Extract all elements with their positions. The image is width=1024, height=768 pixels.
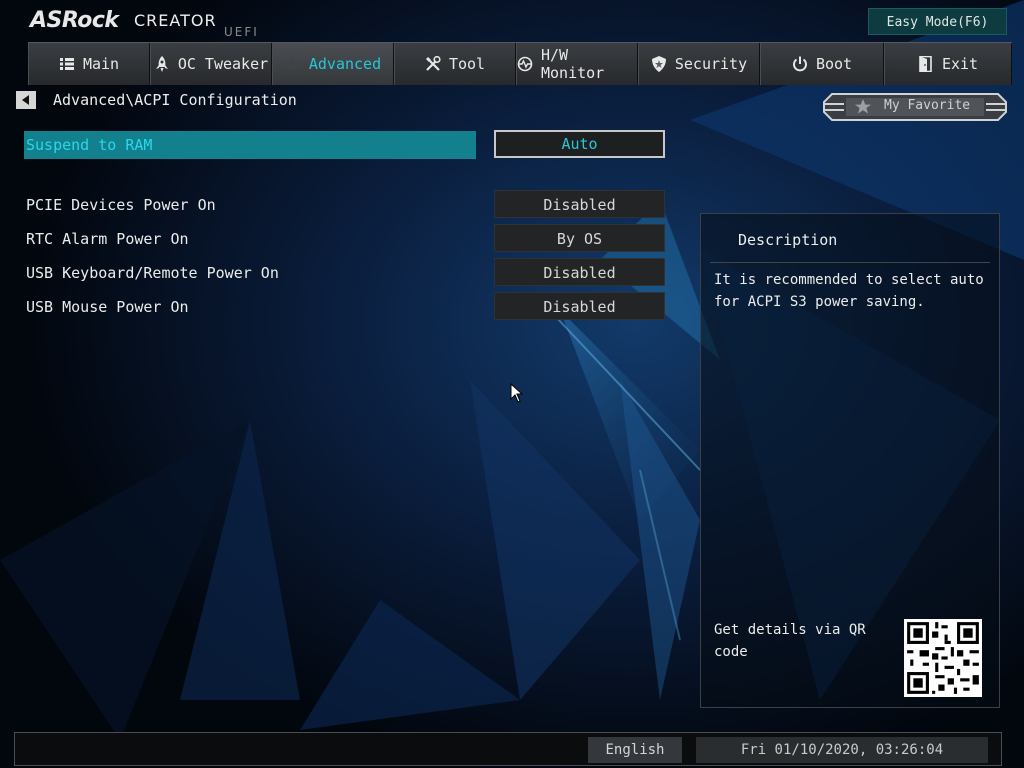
back-button[interactable] <box>16 91 36 109</box>
tab-label: OC Tweaker <box>177 55 269 73</box>
language-button[interactable]: English <box>588 737 682 763</box>
tab-security[interactable]: Security <box>638 43 760 85</box>
setting-label-usb-mouse-power-on[interactable]: USB Mouse Power On <box>26 298 189 316</box>
tab-oc-tweaker[interactable]: OC Tweaker <box>150 43 272 85</box>
tab-label: Security <box>674 55 748 73</box>
setting-label-usb-keyboard-power-on[interactable]: USB Keyboard/Remote Power On <box>26 264 279 282</box>
tab-exit[interactable]: Exit <box>884 43 1012 85</box>
uefi-label: UEFI <box>224 25 259 39</box>
tab-label: Boot <box>815 55 853 73</box>
setting-value-suspend-to-ram[interactable]: Auto <box>494 130 665 158</box>
datetime-display: Fri 01/10/2020, 03:26:04 <box>696 737 988 763</box>
list-icon <box>59 56 75 72</box>
mouse-cursor-icon <box>510 383 524 403</box>
brand-logo: ASRock <box>30 8 119 33</box>
tab-label: Main <box>82 55 120 73</box>
qr-code-icon <box>904 619 982 697</box>
monitor-icon <box>517 56 533 72</box>
shield-icon <box>651 56 667 72</box>
setting-label-rtc-alarm-power-on[interactable]: RTC Alarm Power On <box>26 230 189 248</box>
tab-tool[interactable]: Tool <box>394 43 516 85</box>
setting-label-pcie-devices-power-on[interactable]: PCIE Devices Power On <box>26 196 216 214</box>
setting-value-usb-keyboard-power-on[interactable]: Disabled <box>494 258 665 286</box>
description-divider <box>710 262 990 263</box>
breadcrumb: Advanced\ACPI Configuration <box>53 91 297 109</box>
tab-label: H/W Monitor <box>541 46 605 82</box>
power-icon <box>792 56 808 72</box>
my-favorite-label: My Favorite <box>884 98 971 113</box>
back-arrow-icon <box>22 95 29 105</box>
tab-label: Tool <box>448 55 486 73</box>
tools-icon <box>425 56 441 72</box>
setting-value-usb-mouse-power-on[interactable]: Disabled <box>494 292 665 320</box>
tab-hw-monitor[interactable]: H/W Monitor <box>516 43 638 85</box>
qr-caption: Get details via QR code <box>714 622 866 660</box>
tab-boot[interactable]: Boot <box>760 43 884 85</box>
setting-value-rtc-alarm-power-on[interactable]: By OS <box>494 224 665 252</box>
description-title: Description <box>738 231 838 249</box>
easy-mode-button[interactable]: Easy Mode(F6) <box>868 8 1007 35</box>
product-name: CREATOR <box>134 11 217 30</box>
setting-value-pcie-devices-power-on[interactable]: Disabled <box>494 190 665 218</box>
tab-main[interactable]: Main <box>28 43 150 85</box>
description-text: It is recommended to select auto for ACP… <box>714 272 984 310</box>
star-icon <box>285 56 301 72</box>
setting-label-suspend-to-ram: Suspend to RAM <box>26 136 153 154</box>
tab-label: Advanced <box>308 55 382 73</box>
tab-advanced[interactable]: Advanced <box>272 43 394 85</box>
exit-icon <box>918 56 934 72</box>
main-tab-bar: Main OC Tweaker Advanced Tool H/W Monito… <box>28 42 1012 85</box>
tab-label: Exit <box>941 55 979 73</box>
rocket-icon <box>154 56 170 72</box>
